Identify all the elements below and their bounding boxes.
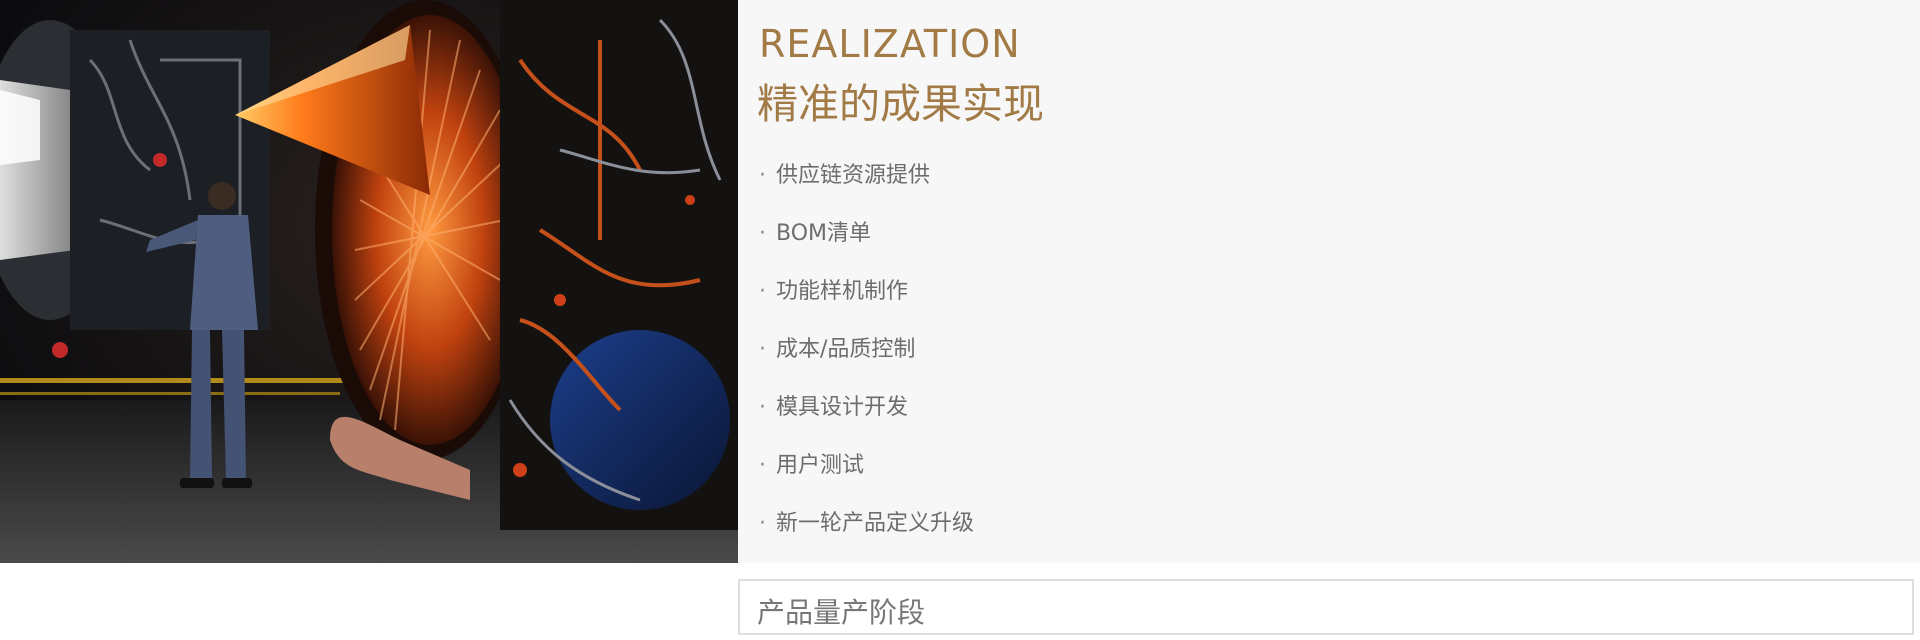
jet-engine-photo bbox=[0, 0, 738, 563]
list-item-label: 功能样机制作 bbox=[776, 279, 909, 304]
bullet-icon: · bbox=[759, 395, 766, 420]
list-item: · 功能样机制作 bbox=[759, 270, 974, 328]
bullet-icon: · bbox=[759, 163, 766, 188]
stage-tab-label: 产品量产阶段 bbox=[757, 596, 926, 629]
deliverables-list: · 供应链资源提供 · BOM清单 · 功能样机制作 · 成本/品质控制 · 模具设计开发… bbox=[759, 154, 974, 560]
bullet-icon: · bbox=[759, 453, 766, 478]
list-item-label: 用户测试 bbox=[776, 453, 865, 478]
realization-panel: REALIZATION 精准的成果实现 · 供应链资源提供 · BOM清单 · 功能样… bbox=[738, 0, 1920, 563]
page: REALIZATION 精准的成果实现 · 供应链资源提供 · BOM清单 · 功能样… bbox=[0, 0, 1920, 640]
bullet-icon: · bbox=[759, 279, 766, 304]
list-item: · 供应链资源提供 bbox=[759, 154, 974, 212]
list-item: · 模具设计开发 bbox=[759, 386, 974, 444]
stage-tab-mass-production[interactable]: 产品量产阶段 bbox=[738, 579, 1914, 635]
list-item-label: BOM清单 bbox=[776, 221, 872, 246]
list-item: · 成本/品质控制 bbox=[759, 328, 974, 386]
list-item: · BOM清单 bbox=[759, 212, 974, 270]
list-item-label: 成本/品质控制 bbox=[776, 337, 916, 362]
bullet-icon: · bbox=[759, 221, 766, 246]
chinese-title: 精准的成果实现 bbox=[757, 80, 1044, 128]
bullet-icon: · bbox=[759, 511, 766, 536]
english-title: REALIZATION bbox=[759, 22, 1021, 66]
bullet-icon: · bbox=[759, 337, 766, 362]
list-item: · 新一轮产品定义升级 bbox=[759, 502, 974, 560]
list-item-label: 模具设计开发 bbox=[776, 395, 909, 420]
list-item: · 用户测试 bbox=[759, 444, 974, 502]
list-item-label: 新一轮产品定义升级 bbox=[776, 511, 975, 536]
list-item-label: 供应链资源提供 bbox=[776, 163, 931, 188]
